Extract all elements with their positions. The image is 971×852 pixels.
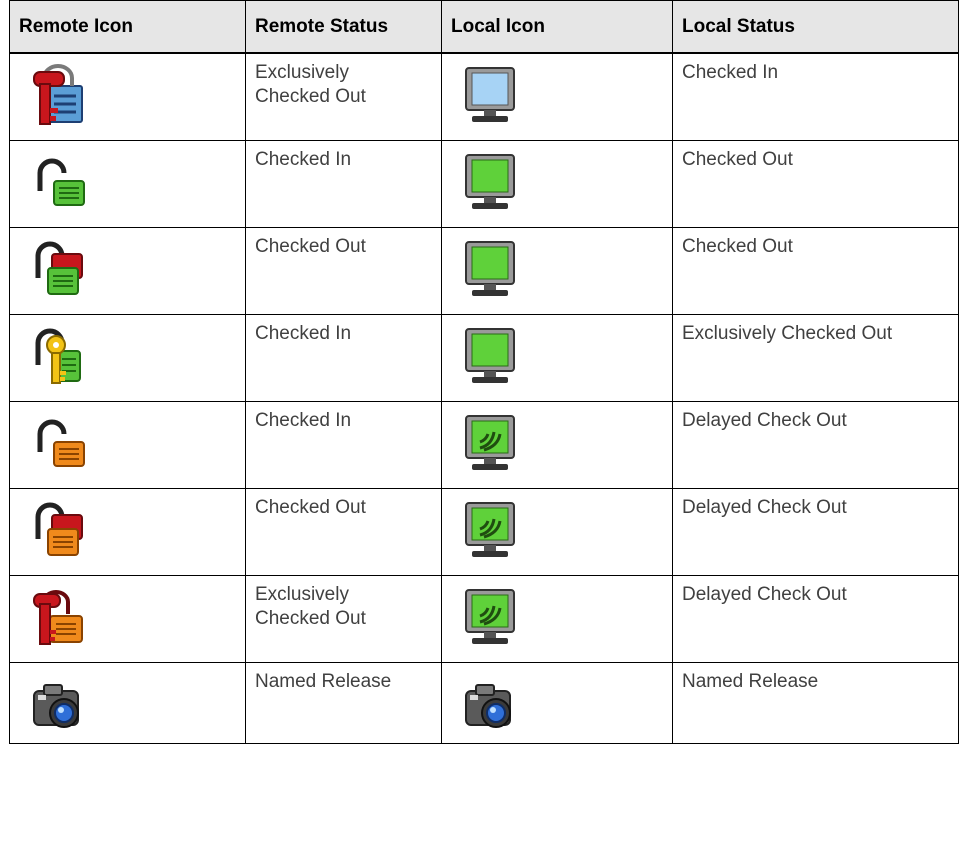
unlocked-orange-icon [26,412,90,476]
camera-icon [26,673,90,737]
monitor-green-signal-icon [458,412,522,476]
local-status-cell-text: Delayed Check Out [682,584,847,605]
remote-status-cell-text: Checked Out [255,497,366,518]
table-header-row: Remote Icon Remote Status Local Icon Loc… [9,0,959,54]
unlocked-red-orange-icon [26,499,90,563]
remote-status-cell: Checked Out [245,227,442,315]
remote-icon-cell [9,662,246,744]
remote-status-cell-text: Checked Out [255,236,366,257]
remote-status-cell: Checked Out [245,488,442,576]
local-icon-cell [441,227,673,315]
monitor-green-icon [458,151,522,215]
remote-status-cell: Checked In [245,314,442,402]
remote-status-cell-text: Checked In [255,149,352,170]
remote-icon-cell [9,140,246,228]
camera-icon [458,673,522,737]
remote-icon-cell [9,314,246,402]
local-icon-cell [441,488,673,576]
remote-status-cell-text: Checked In [255,410,352,431]
unlocked-red-green-icon [26,238,90,302]
local-icon-cell [441,401,673,489]
local-status-cell: Checked Out [672,227,959,315]
local-status-cell-text: Delayed Check Out [682,497,847,518]
unlocked-yellow-key-icon [26,325,90,389]
table-row: Named Release Named Release [9,662,959,744]
remote-status-cell: Checked In [245,140,442,228]
local-status-cell: Named Release [672,662,959,744]
local-icon-cell [441,662,673,744]
remote-icon-cell [9,52,246,141]
remote-icon-cell [9,227,246,315]
local-status-cell-text: Named Release [682,671,819,692]
monitor-green-icon [458,238,522,302]
remote-icon-cell [9,488,246,576]
remote-status-cell-text: Exclusively Checked Out [255,584,366,629]
local-status-cell: Checked In [672,52,959,141]
local-status-cell-text: Checked Out [682,149,793,170]
table-row: Exclusively Checked Out Checked In [9,52,959,141]
local-status-cell: Exclusively Checked Out [672,314,959,402]
remote-icon-cell [9,401,246,489]
local-status-cell: Delayed Check Out [672,488,959,576]
table-row: Checked In Checked Out [9,140,959,228]
header-local-status: Local Status [672,0,959,54]
remote-status-cell-text: Checked In [255,323,352,344]
local-icon-cell [441,575,673,663]
table-row: Checked Out Checked Out [9,227,959,315]
locked-key-blue-icon [26,64,90,128]
header-remote-status: Remote Status [245,0,442,54]
local-status-cell: Checked Out [672,140,959,228]
header-local-icon: Local Icon [441,0,673,54]
locked-key-orange-icon [26,586,90,650]
monitor-green-signal-icon [458,586,522,650]
local-status-cell-text: Exclusively Checked Out [682,323,893,344]
local-icon-cell [441,314,673,402]
local-icon-cell [441,140,673,228]
table-row: Exclusively Checked Out Delayed Check Ou… [9,575,959,663]
monitor-green-icon [458,325,522,389]
table-row: Checked Out Delayed Check Out [9,488,959,576]
unlocked-green-icon [26,151,90,215]
remote-status-cell: Exclusively Checked Out [245,52,442,141]
remote-icon-cell [9,575,246,663]
monitor-green-signal-icon [458,499,522,563]
table-row: Checked In Delayed Check Out [9,401,959,489]
remote-status-cell-text: Named Release [255,671,392,692]
local-status-cell: Delayed Check Out [672,401,959,489]
remote-status-cell: Named Release [245,662,442,744]
local-status-cell-text: Checked In [682,62,779,83]
status-icon-table: Remote Icon Remote Status Local Icon Loc… [9,0,959,744]
local-status-cell: Delayed Check Out [672,575,959,663]
remote-status-cell: Exclusively Checked Out [245,575,442,663]
local-icon-cell [441,52,673,141]
table-row: Checked In Exclusively Checked Out [9,314,959,402]
remote-status-cell: Checked In [245,401,442,489]
remote-status-cell-text: Exclusively Checked Out [255,62,366,107]
local-status-cell-text: Delayed Check Out [682,410,847,431]
header-remote-icon: Remote Icon [9,0,246,54]
monitor-blue-icon [458,64,522,128]
local-status-cell-text: Checked Out [682,236,793,257]
